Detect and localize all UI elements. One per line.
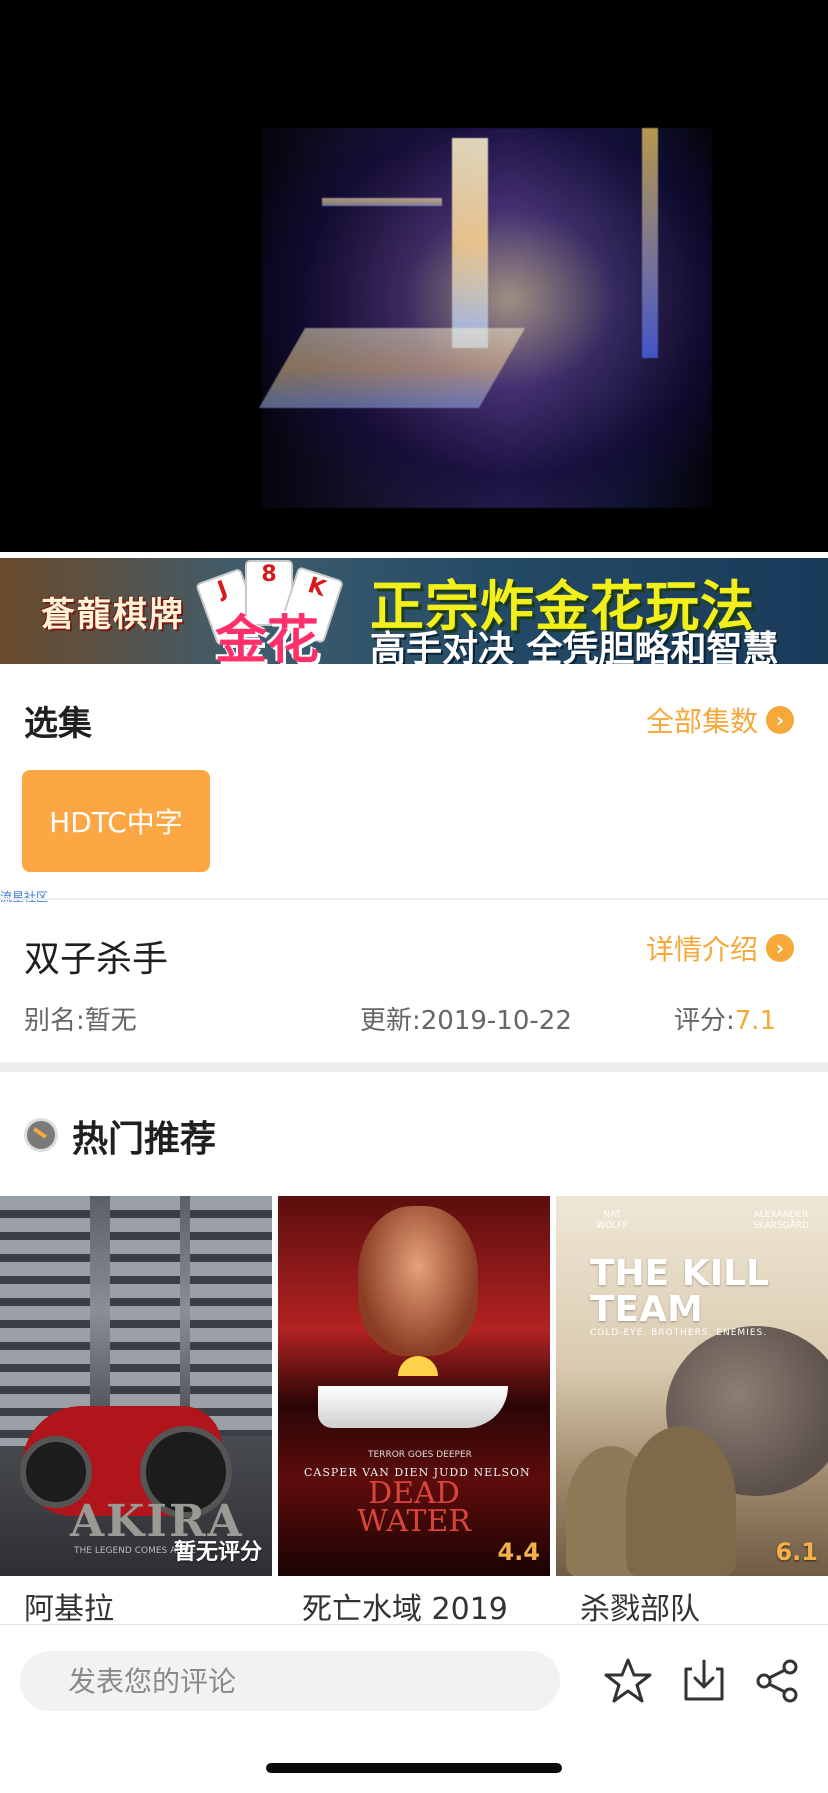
video-player[interactable] [0, 0, 828, 552]
poster-title[interactable]: 阿基拉 [24, 1584, 114, 1628]
rating-text: 评分:7.1 [674, 1000, 776, 1037]
all-episodes-label: 全部集数 [645, 705, 758, 738]
poster-tagline: COLD-EYE. BROTHERS. ENEMIES. [590, 1328, 768, 1338]
compass-icon [24, 1118, 58, 1152]
alias-text: 别名:暂无 [24, 1006, 137, 1036]
ad-game-name: 金花 [215, 611, 320, 664]
video-light-beam [258, 328, 526, 408]
star-icon[interactable] [602, 1655, 654, 1707]
poster-title[interactable]: 杀戮部队 [580, 1584, 700, 1628]
movie-title: 双子杀手 [24, 939, 169, 980]
update-text: 更新:2019-10-22 [360, 1006, 572, 1036]
chevron-right-icon: › [766, 706, 794, 734]
episode-button[interactable]: HDTC中字 [22, 770, 210, 872]
chevron-right-icon: › [766, 934, 794, 962]
poster-tagline: TERROR GOES DEEPER [368, 1450, 472, 1460]
poster-soldier [626, 1426, 736, 1576]
poster-logo-text: THE KILL TEAM [590, 1253, 769, 1330]
ad-banner[interactable]: 蒼龍棋牌 J 8 K 金花 正宗炸金花玩法 高手对决 全凭胆略和智慧 [0, 558, 828, 664]
rating-badge: 4.4 [497, 1538, 540, 1566]
comment-input[interactable] [20, 1651, 560, 1711]
divider [0, 898, 828, 900]
section-divider [0, 1062, 828, 1072]
all-episodes-link[interactable]: 全部集数 › [646, 700, 794, 740]
details-link[interactable]: 详情介绍 › [646, 928, 794, 968]
watermark: 流星社区 [0, 890, 49, 904]
download-icon[interactable] [678, 1655, 730, 1707]
poster-boat [318, 1386, 508, 1428]
details-label: 详情介绍 [645, 933, 758, 966]
video-light-beam [452, 138, 488, 348]
poster-face [358, 1206, 478, 1356]
video-frame [258, 128, 712, 508]
episodes-title: 选集 [24, 704, 92, 744]
video-light-beam [642, 128, 658, 358]
ad-subline: 高手对决 全凭胆略和智慧 [370, 629, 779, 664]
home-indicator [266, 1763, 562, 1773]
poster-cast: ALEXANDER SKARSGÅRD [753, 1210, 809, 1231]
rating-label: 评分: [674, 1006, 735, 1036]
poster-kill-team[interactable]: NAT WOLFF ALEXANDER SKARSGÅRD THE KILL T… [556, 1196, 828, 1576]
poster-sun [398, 1356, 438, 1376]
share-icon[interactable] [752, 1655, 804, 1707]
video-light-beam [322, 198, 442, 206]
poster-cast: NAT WOLFF [596, 1210, 628, 1231]
rating-value: 7.1 [734, 1006, 777, 1036]
poster-title[interactable]: 死亡水域 2019 [302, 1584, 508, 1628]
rating-badge: 暂无评分 [173, 1540, 262, 1565]
poster-building [110, 1196, 180, 1406]
rating-badge: 6.1 [775, 1538, 818, 1566]
ad-logo: 蒼龍棋牌 [41, 594, 185, 635]
recommend-title: 热门推荐 [72, 1119, 217, 1160]
poster-akira[interactable]: AKIRA THE LEGEND COMES ALIVE 暂无评分 [0, 1196, 272, 1576]
poster-dead-water[interactable]: TERROR GOES DEEPER CASPER VAN DIEN JUDD … [278, 1196, 550, 1576]
poster-building [190, 1196, 272, 1436]
poster-logo-text: DEAD WATER [357, 1476, 471, 1539]
comment-bar [0, 1624, 828, 1793]
